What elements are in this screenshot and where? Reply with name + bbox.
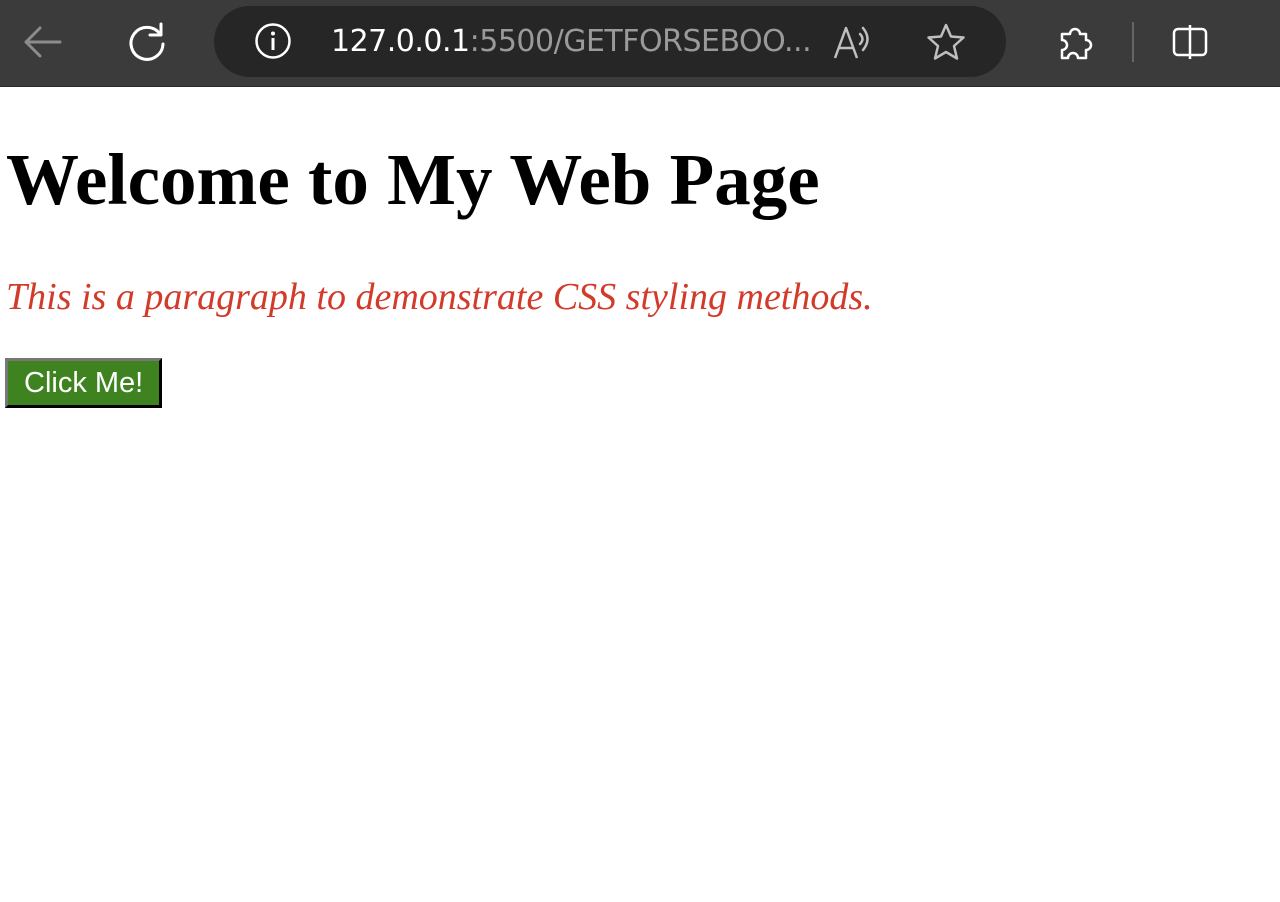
info-icon[interactable] [254,22,292,60]
url-host: 127.0.0.1 [331,24,470,59]
puzzle-icon [1060,27,1093,60]
reload-button[interactable] [123,18,171,66]
extensions-button[interactable] [1052,18,1100,66]
reload-icon [129,22,165,61]
read-aloud-icon[interactable] [832,24,872,60]
page-content: Welcome to My Web Page This is a paragra… [0,88,1280,902]
browser-toolbar: 127.0.0.1:5500/GETFORSEBOO... [0,0,1280,87]
toolbar-divider [1132,22,1134,62]
split-screen-icon [1172,25,1208,59]
star-icon[interactable] [926,22,966,62]
url-text[interactable]: 127.0.0.1:5500/GETFORSEBOO... [331,20,812,64]
page-heading: Welcome to My Web Page [6,139,820,220]
back-button[interactable] [18,18,66,66]
styled-paragraph: This is a paragraph to demonstrate CSS s… [6,276,873,318]
back-arrow-icon [24,26,62,58]
url-path: :5500/GETFORSEBOO... [469,24,812,59]
address-bar[interactable]: 127.0.0.1:5500/GETFORSEBOO... [214,6,1006,77]
split-screen-button[interactable] [1166,18,1214,66]
click-me-button[interactable]: Click Me! [5,358,163,408]
